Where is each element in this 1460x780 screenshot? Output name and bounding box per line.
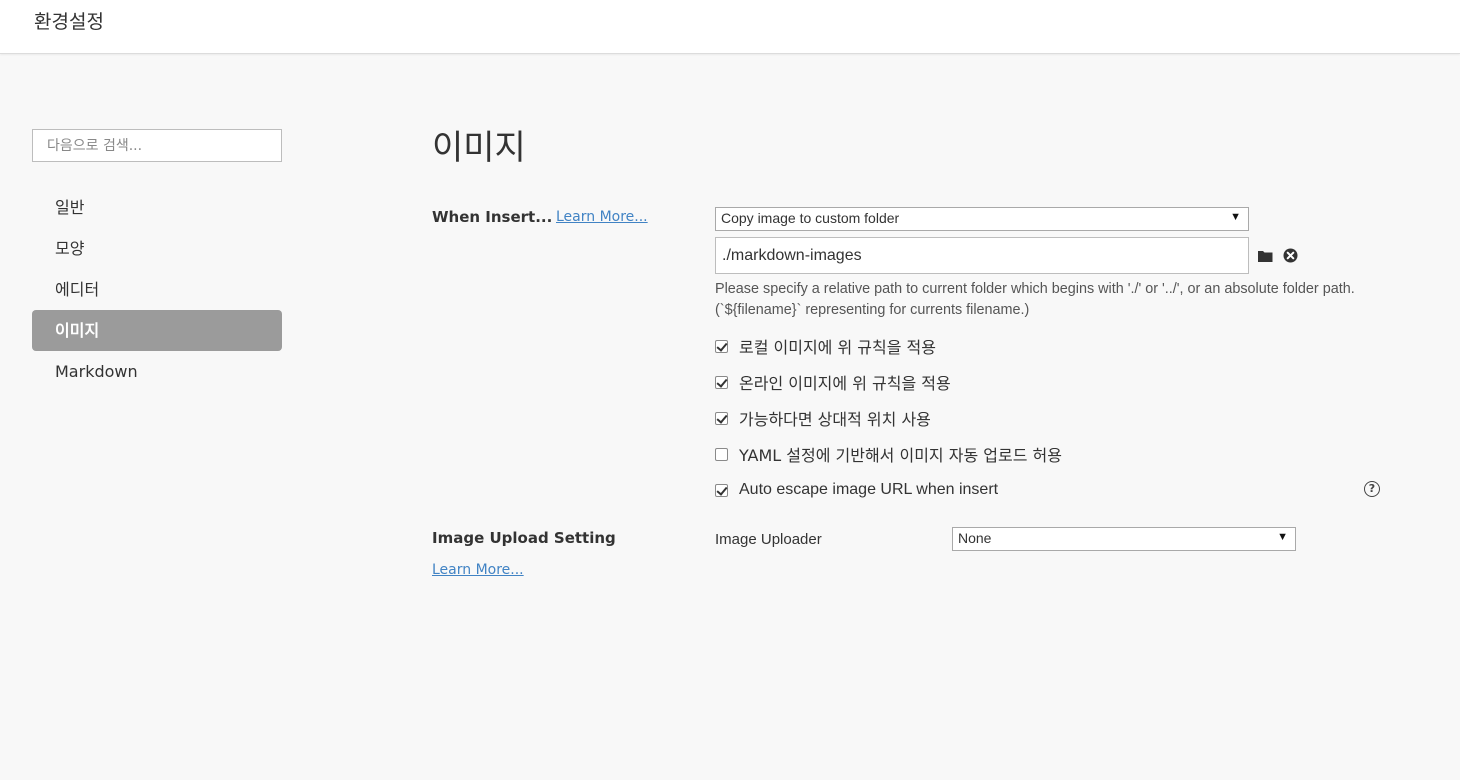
window-title: 환경설정 [34, 11, 104, 33]
option-label: 로컬 이미지에 위 규칙을 적용 [739, 338, 936, 357]
option-local-images[interactable]: 로컬 이미지에 위 규칙을 적용 [715, 335, 936, 357]
caret-down-icon: ▼ [1230, 211, 1241, 223]
option-label: 온라인 이미지에 위 규칙을 적용 [739, 374, 951, 393]
image-uploader-select[interactable]: None ▼ [952, 527, 1296, 551]
sidebar: 일반 모양 에디터 이미지 Markdown [32, 129, 282, 392]
sidebar-item-markdown[interactable]: Markdown [32, 351, 282, 392]
relative-path-checkbox[interactable] [715, 411, 728, 425]
online-images-checkbox[interactable] [715, 375, 728, 389]
page-title: 이미지 [432, 128, 526, 168]
image-uploader-value: None [958, 530, 992, 546]
sidebar-item-editor[interactable]: 에디터 [32, 269, 282, 310]
main-panel: 이미지 When Insert... Learn More... Copy im… [432, 0, 1432, 780]
upload-learn-more-link[interactable]: Learn More... [432, 562, 524, 578]
option-auto-escape[interactable]: Auto escape image URL when insert [715, 479, 998, 501]
insert-action-value: Copy image to custom folder [721, 210, 900, 226]
insert-action-select[interactable]: Copy image to custom folder ▼ [715, 207, 1249, 231]
upload-setting-label: Image Upload Setting [432, 529, 616, 547]
auto-escape-checkbox[interactable] [715, 483, 728, 497]
yaml-upload-checkbox[interactable] [715, 447, 728, 461]
when-insert-label: When Insert... [432, 208, 553, 226]
image-uploader-label: Image Uploader [715, 531, 822, 548]
folder-icon[interactable] [1257, 248, 1274, 267]
question-circle-icon[interactable]: ? [1364, 481, 1380, 497]
folder-path-input[interactable] [715, 237, 1249, 274]
option-relative-path[interactable]: 가능하다면 상대적 위치 사용 [715, 407, 931, 429]
local-images-checkbox[interactable] [715, 339, 728, 353]
option-online-images[interactable]: 온라인 이미지에 위 규칙을 적용 [715, 371, 951, 393]
caret-down-icon: ▼ [1277, 531, 1288, 543]
close-circle-icon[interactable] [1283, 248, 1298, 267]
sidebar-item-image[interactable]: 이미지 [32, 310, 282, 351]
when-insert-learn-more-link[interactable]: Learn More... [556, 209, 648, 225]
option-label: 가능하다면 상대적 위치 사용 [739, 410, 931, 429]
option-label: YAML 설정에 기반해서 이미지 자동 업로드 허용 [739, 446, 1062, 465]
option-label: Auto escape image URL when insert [739, 481, 999, 498]
search-input[interactable] [32, 129, 282, 162]
sidebar-item-appearance[interactable]: 모양 [32, 228, 282, 269]
folder-path-hint: Please specify a relative path to curren… [715, 281, 1355, 318]
sidebar-item-general[interactable]: 일반 [32, 187, 282, 228]
option-yaml-upload[interactable]: YAML 설정에 기반해서 이미지 자동 업로드 허용 [715, 443, 1062, 465]
sidebar-nav: 일반 모양 에디터 이미지 Markdown [32, 187, 282, 392]
